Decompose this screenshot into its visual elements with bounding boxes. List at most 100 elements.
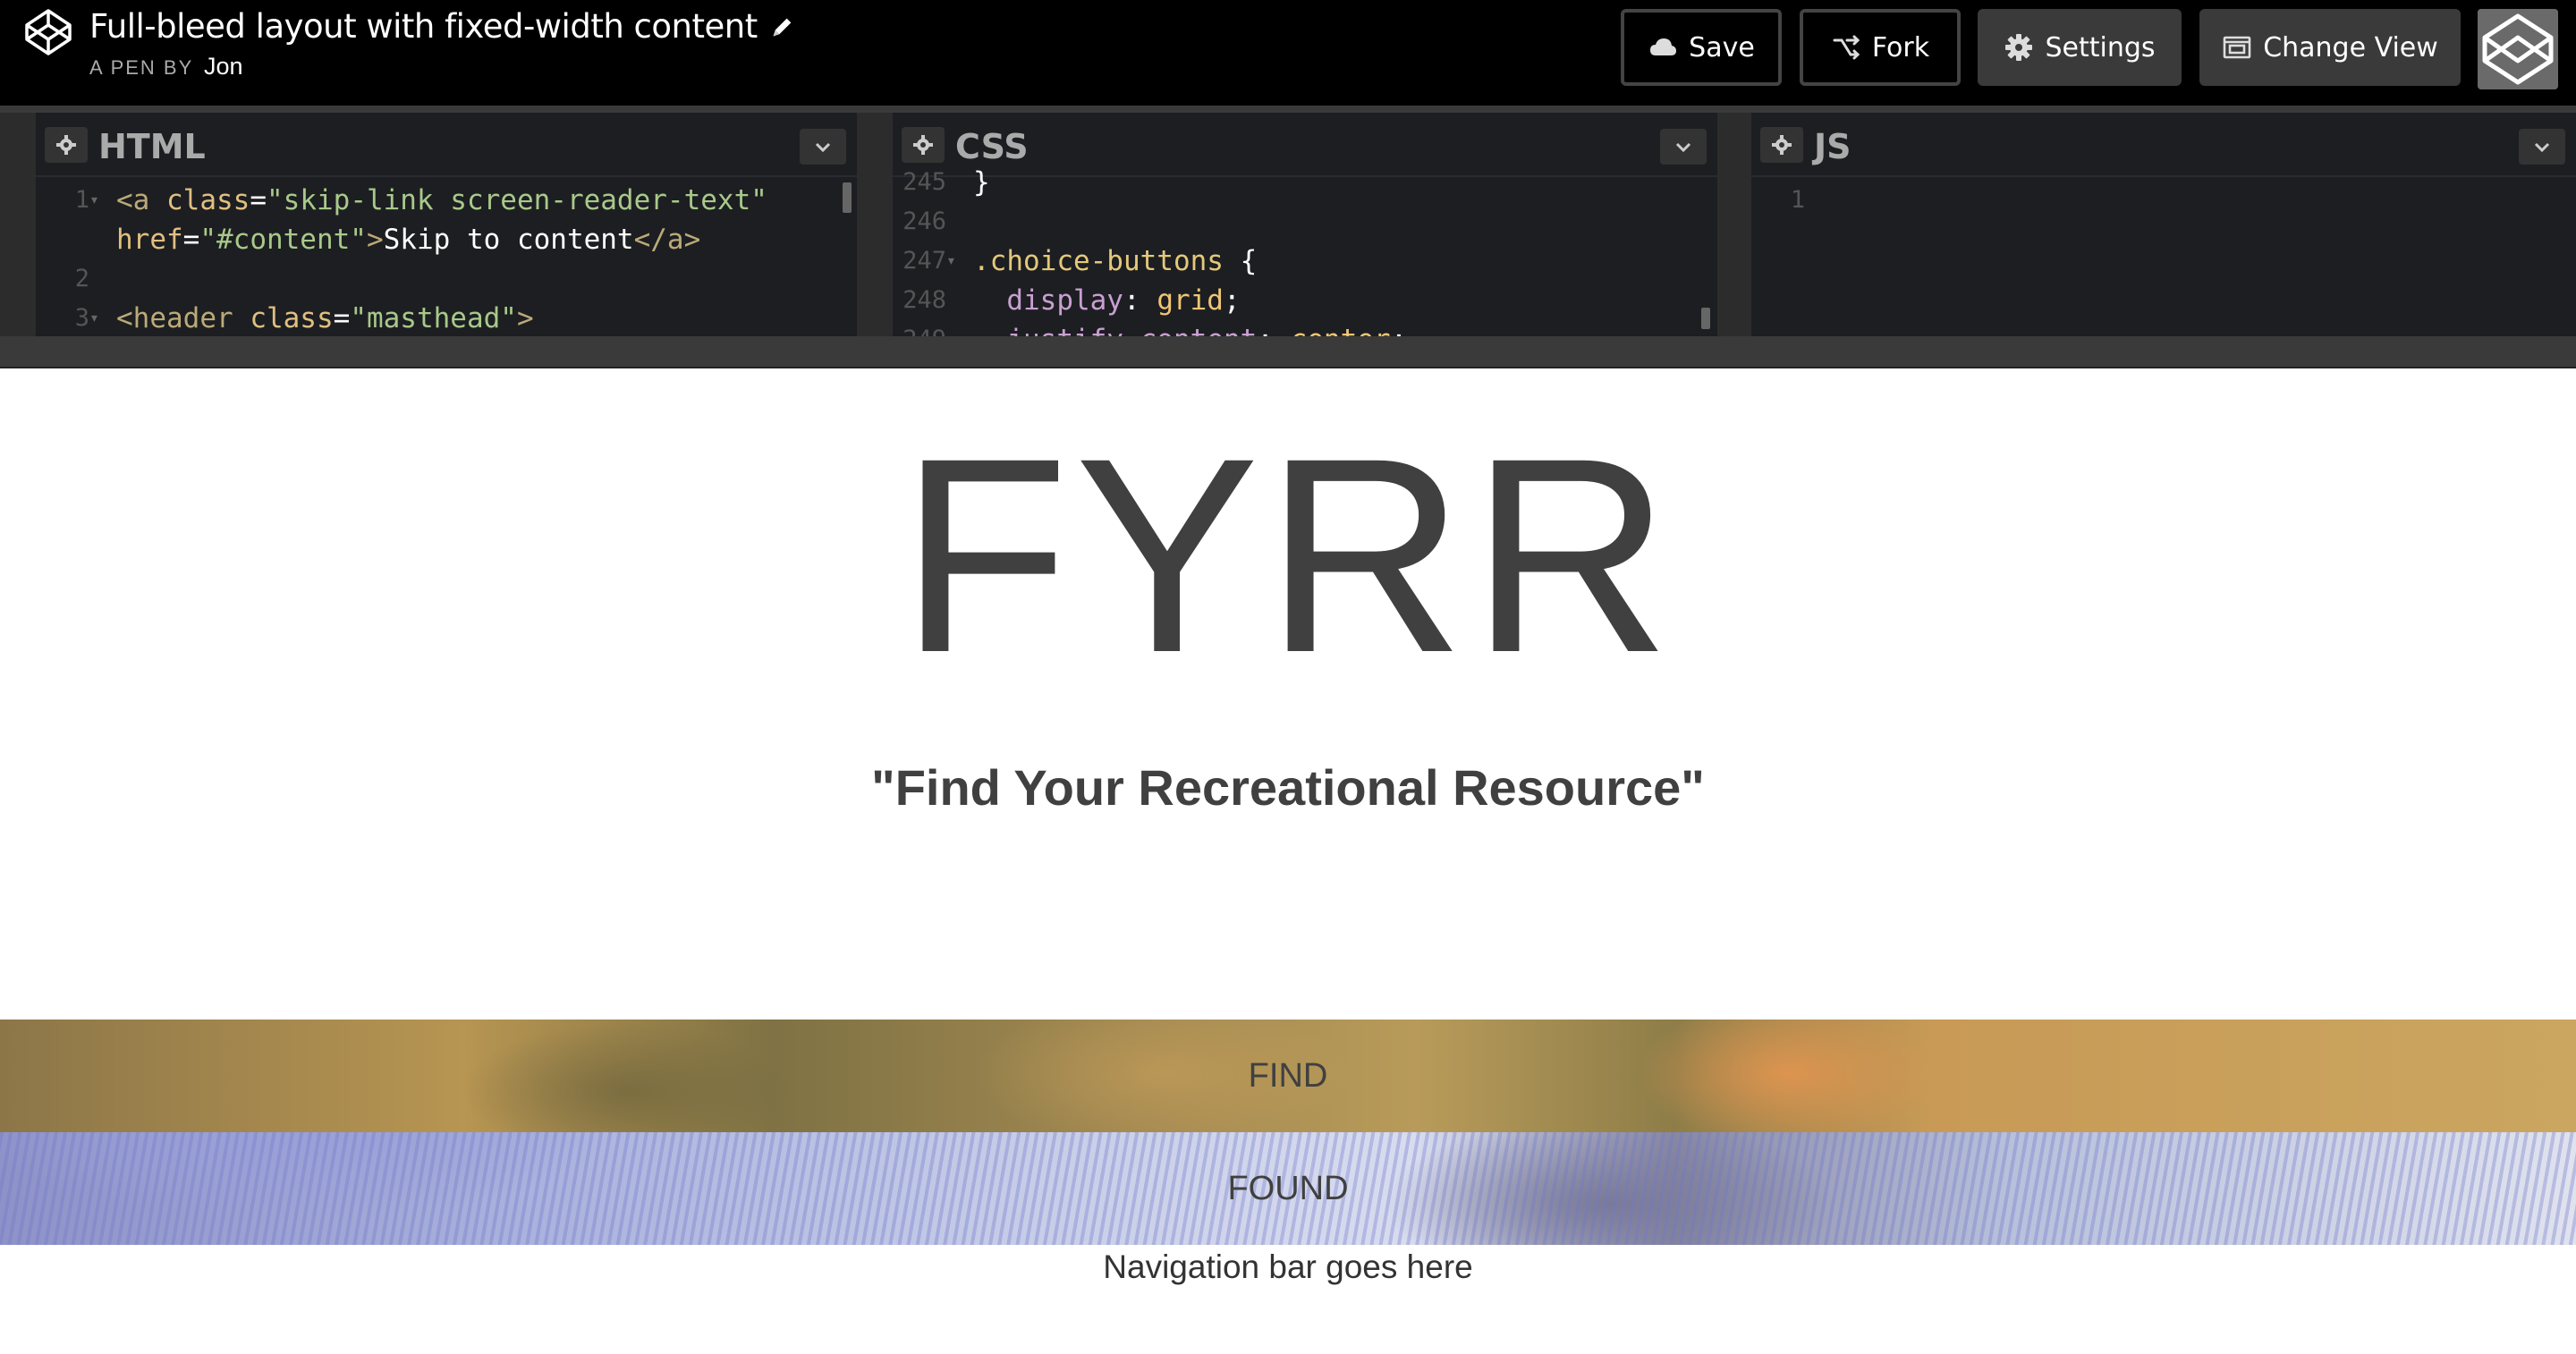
js-code-area[interactable]: 1 <box>1751 179 2576 336</box>
code-line[interactable]: 1 ▾ <a class="skip-link screen-reader-text… <box>36 181 857 220</box>
code-token: display <box>973 284 1123 317</box>
code-token: > <box>366 224 384 256</box>
pen-title[interactable]: Full-bleed layout with fixed-width conte… <box>89 7 795 46</box>
code-line[interactable]: 1 <box>1751 181 2576 220</box>
pen-title-block: Full-bleed layout with fixed-width conte… <box>89 7 795 80</box>
js-collapse-button[interactable] <box>2519 129 2565 165</box>
chevron-down-icon <box>1675 142 1691 153</box>
save-label: Save <box>1689 31 1755 63</box>
find-label: FIND <box>1248 1056 1328 1095</box>
site-tagline: "Find Your Recreational Resource" <box>871 759 1705 816</box>
chevron-down-icon <box>2534 142 2550 153</box>
html-settings-button[interactable] <box>45 127 88 163</box>
code-token: <header <box>116 302 250 334</box>
css-editor-pane: CSS 245} 246 247 ▾ .choice-buttons {248 disp… <box>893 113 1717 336</box>
html-editor-pane: HTML 1 ▾ <a class="skip-link screen-reader… <box>36 113 857 336</box>
gear-icon <box>2005 34 2033 61</box>
code-token: "#content" <box>199 224 367 256</box>
left-resize-strip[interactable] <box>0 113 36 336</box>
line-number: 248 <box>902 286 946 314</box>
code-token: class <box>250 302 334 334</box>
html-scrollbar[interactable] <box>843 182 852 213</box>
line-number: 3 <box>74 304 89 332</box>
code-token: : <box>1123 284 1157 317</box>
find-choice-button[interactable]: FIND <box>0 1020 2576 1132</box>
code-line[interactable]: href="#content">Skip to content</a> <box>36 220 857 259</box>
author-link[interactable]: Jon <box>204 53 243 80</box>
pen-title-text[interactable]: Full-bleed layout with fixed-width conte… <box>89 7 758 46</box>
code-token: : <box>1257 324 1290 336</box>
fork-label: Fork <box>1871 31 1930 63</box>
code-token: = <box>182 224 200 256</box>
code-line[interactable]: 249 justify-content: center; <box>893 320 1717 336</box>
code-line[interactable]: 3 ▾ <header class="masthead"> <box>36 299 857 336</box>
gear-icon <box>1772 135 1792 155</box>
pencil-icon[interactable] <box>770 14 795 39</box>
code-token: center <box>1291 324 1391 336</box>
gear-icon <box>913 135 933 155</box>
code-token: <a <box>116 184 166 216</box>
code-token: { <box>1223 245 1258 277</box>
code-token: = <box>333 302 351 334</box>
save-button[interactable]: Save <box>1621 9 1782 86</box>
code-line[interactable]: 248 display: grid; <box>893 281 1717 320</box>
avatar[interactable] <box>2478 9 2558 89</box>
site-title: FYRR <box>900 400 1676 710</box>
line-number: 247 <box>902 247 946 275</box>
settings-button[interactable]: Settings <box>1978 9 2182 86</box>
html-code-area[interactable]: 1 ▾ <a class="skip-link screen-reader-text… <box>36 179 857 336</box>
codepen-header: Full-bleed layout with fixed-width conte… <box>0 0 2576 106</box>
js-editor-pane: JS 1 <box>1751 113 2576 336</box>
line-number: 245 <box>902 168 946 196</box>
chevron-down-icon <box>815 142 831 153</box>
gear-icon <box>56 135 76 155</box>
change-view-label: Change View <box>2263 31 2438 63</box>
css-code-area[interactable]: 245} 246 247 ▾ .choice-buttons {248 display:… <box>893 166 1717 336</box>
pen-byline: A PEN BY Jon <box>89 53 795 80</box>
fold-arrow-icon[interactable]: ▾ <box>946 241 956 281</box>
html-pane-title: HTML <box>98 127 206 166</box>
change-view-button[interactable]: Change View <box>2199 9 2461 86</box>
code-line[interactable]: 2 <box>36 259 857 299</box>
fold-arrow-icon[interactable]: ▾ <box>89 299 99 336</box>
line-number: 1 <box>74 186 89 214</box>
js-settings-button[interactable] <box>1760 127 1803 163</box>
pane-resize-handle-2[interactable] <box>1717 113 1751 336</box>
code-text: display: grid; <box>973 281 1241 320</box>
code-token: .choice-buttons <box>973 245 1224 277</box>
css-collapse-button[interactable] <box>1660 129 1707 165</box>
html-pane-header: HTML <box>36 113 857 177</box>
editor-resize-bar[interactable] <box>0 336 2576 368</box>
code-text: <header class="masthead"> <box>116 299 534 336</box>
codepen-logo-icon[interactable] <box>23 7 73 57</box>
code-token: ; <box>1391 324 1408 336</box>
code-token: "skip-link screen-reader-text" <box>267 184 767 216</box>
code-token: = <box>250 184 267 216</box>
byline-prefix: A PEN BY <box>89 56 193 79</box>
code-text: .choice-buttons { <box>973 241 1257 281</box>
code-line[interactable]: 247 ▾ .choice-buttons { <box>893 241 1717 281</box>
html-collapse-button[interactable] <box>800 129 846 165</box>
css-pane-title: CSS <box>955 127 1029 166</box>
code-token: ; <box>1223 284 1241 317</box>
code-token: </a> <box>633 224 701 256</box>
found-choice-button[interactable]: FOUND <box>0 1132 2576 1245</box>
avatar-image <box>2478 9 2558 89</box>
found-label: FOUND <box>1227 1169 1349 1207</box>
code-token: class <box>166 184 250 216</box>
code-token: > <box>516 302 534 334</box>
code-text: } <box>973 163 990 202</box>
code-line[interactable]: 246 <box>893 202 1717 241</box>
fork-button[interactable]: Fork <box>1800 9 1961 86</box>
js-pane-header: JS <box>1751 113 2576 177</box>
pane-resize-handle-1[interactable] <box>857 113 893 336</box>
code-line[interactable]: 245} <box>893 163 1717 202</box>
line-number: 1 <box>1790 186 1805 214</box>
code-token: "masthead" <box>350 302 517 334</box>
css-settings-button[interactable] <box>902 127 945 163</box>
fold-arrow-icon[interactable]: ▾ <box>89 181 99 220</box>
result-preview: FYRR "Find Your Recreational Resource" F… <box>0 368 2576 1354</box>
css-scrollbar[interactable] <box>1701 308 1710 329</box>
line-number: 2 <box>74 265 89 292</box>
js-pane-title: JS <box>1814 127 1852 166</box>
